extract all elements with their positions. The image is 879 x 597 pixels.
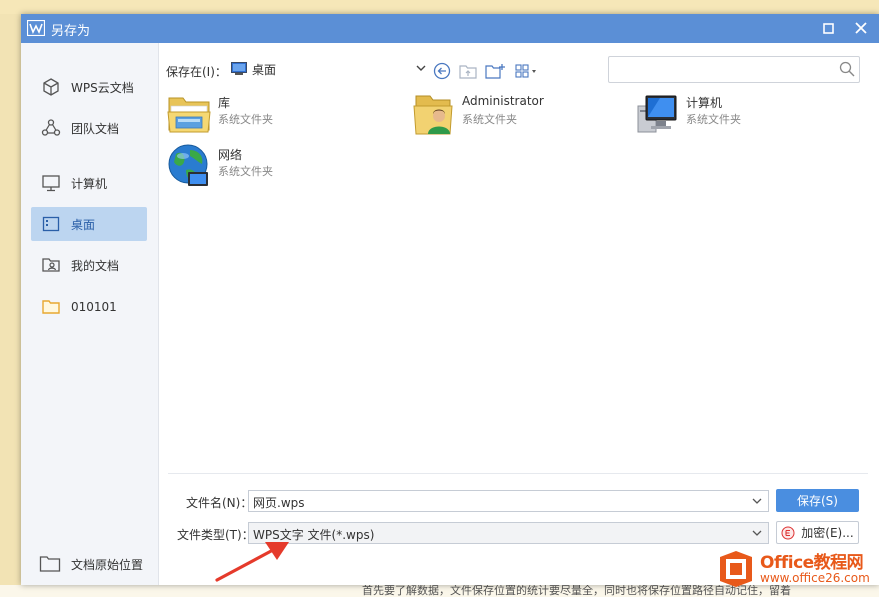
sidebar-item-team-docs[interactable]: 团队文档 — [31, 111, 147, 145]
file-item-library[interactable]: 库 系统文件夹 — [166, 90, 286, 136]
sidebar-item-label: 计算机 — [71, 176, 108, 191]
original-location-button[interactable]: 文档原始位置 — [31, 550, 143, 578]
back-icon — [433, 62, 451, 80]
title-bar[interactable]: 另存为 — [21, 14, 879, 43]
sidebar-item-label: 桌面 — [71, 217, 96, 232]
filename-label: 文件名(N)： — [186, 496, 253, 510]
close-icon — [855, 22, 867, 34]
search-input[interactable] — [613, 60, 832, 79]
location-dropdown[interactable]: 桌面 — [229, 58, 427, 80]
encrypt-button[interactable]: 加密(E)... — [776, 521, 859, 544]
sidebar-item-label: 我的文档 — [71, 258, 120, 273]
encrypt-shield-icon — [781, 526, 795, 539]
new-folder-button[interactable] — [485, 62, 505, 80]
my-docs-icon — [41, 255, 61, 275]
sidebar-item-my-docs[interactable]: 我的文档 — [31, 248, 147, 282]
user-folder-icon — [413, 95, 453, 135]
computer-icon — [637, 95, 677, 133]
file-type: 系统文件夹 — [686, 113, 741, 126]
dialog-title: 另存为 — [51, 24, 91, 39]
file-type: 系统文件夹 — [462, 113, 517, 126]
location-value: 桌面 — [252, 62, 277, 77]
sidebar-item-label: 010101 — [71, 300, 117, 314]
file-item-computer[interactable]: 计算机 系统文件夹 — [634, 90, 754, 136]
cloud-cube-icon — [41, 77, 61, 97]
file-name: 库 — [218, 96, 231, 110]
watermark: Office教程网 www.office26.com — [714, 545, 879, 593]
filetype-select[interactable]: WPS文字 文件(*.wps) — [248, 522, 769, 544]
sidebar-item-folder-010101[interactable]: 010101 — [31, 290, 147, 324]
back-button[interactable] — [432, 62, 452, 80]
file-item-administrator[interactable]: Administrator 系统文件夹 — [410, 90, 560, 136]
sidebar-item-label: WPS云文档 — [71, 80, 134, 95]
maximize-button[interactable] — [818, 18, 838, 38]
desktop-icon — [41, 214, 61, 234]
library-folder-icon — [167, 97, 211, 133]
monitor-icon — [41, 173, 61, 193]
original-location-label: 文档原始位置 — [71, 557, 144, 572]
file-type: 系统文件夹 — [218, 165, 273, 178]
file-name: 网络 — [218, 148, 243, 162]
network-globe-icon — [168, 144, 208, 186]
new-folder-icon — [485, 64, 505, 79]
desktop-location-icon — [231, 62, 247, 75]
close-button[interactable] — [851, 18, 871, 38]
team-icon — [41, 118, 61, 138]
annotation-arrow-icon — [215, 542, 289, 582]
folder-outline-icon — [39, 555, 61, 573]
watermark-url: www.office26.com — [760, 571, 870, 585]
watermark-name: Office教程网 — [760, 553, 864, 573]
view-button[interactable] — [514, 62, 540, 80]
up-folder-button[interactable] — [458, 62, 478, 80]
file-list: 库 系统文件夹 Administrator 系统文件夹 计算机 系统文件夹 网络… — [162, 86, 869, 472]
file-type: 系统文件夹 — [218, 113, 273, 126]
save-as-dialog: 另存为 WPS云文档 团队文档 计算机 桌面 我的文档 010101 文档原始位… — [21, 14, 879, 585]
file-name: 计算机 — [686, 96, 723, 110]
encrypt-label: 加密(E)... — [801, 526, 854, 540]
chevron-down-icon[interactable] — [752, 528, 762, 538]
office-logo-icon — [720, 551, 752, 587]
file-name: Administrator — [462, 94, 544, 108]
up-folder-icon — [459, 65, 477, 79]
background-document-top — [0, 0, 879, 14]
filename-value: 网页.wps — [253, 496, 305, 510]
sidebar-item-computer[interactable]: 计算机 — [31, 166, 147, 200]
sidebar-item-wps-cloud[interactable]: WPS云文档 — [31, 70, 147, 104]
folder-icon — [41, 297, 61, 317]
sidebar-item-label: 团队文档 — [71, 121, 120, 136]
divider — [168, 473, 868, 474]
chevron-down-icon — [416, 65, 426, 71]
view-grid-icon — [515, 64, 536, 78]
file-item-network[interactable]: 网络 系统文件夹 — [166, 142, 286, 188]
save-in-label: 保存在(I)： — [166, 65, 227, 79]
sidebar: WPS云文档 团队文档 计算机 桌面 我的文档 010101 文档原始位置 — [21, 43, 159, 585]
sidebar-item-desktop[interactable]: 桌面 — [31, 207, 147, 241]
wps-logo-icon — [27, 20, 45, 36]
chevron-down-icon[interactable] — [752, 496, 762, 506]
maximize-icon — [822, 22, 834, 34]
search-box[interactable] — [608, 56, 860, 83]
save-button[interactable]: 保存(S) — [776, 489, 859, 512]
filename-field[interactable]: 网页.wps — [248, 490, 769, 512]
search-icon[interactable] — [839, 61, 855, 77]
